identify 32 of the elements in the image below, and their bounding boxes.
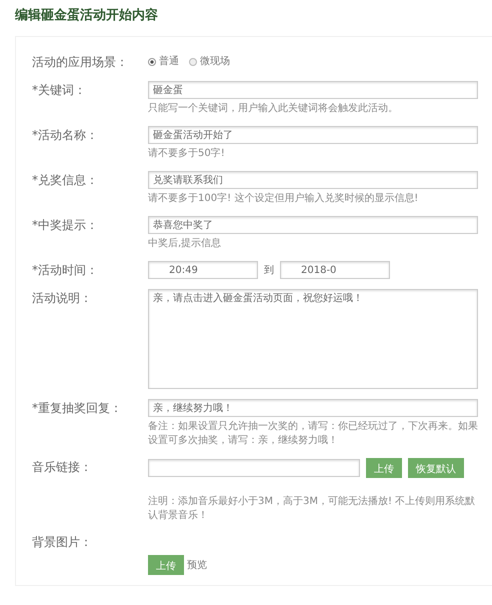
field-label: 背景图片： — [32, 534, 93, 551]
field-label: *活动时间： — [32, 262, 99, 279]
hint-text: 只能写一个关键词，用户输入此关键词将会触发此活动。 — [148, 102, 399, 116]
start-time-field[interactable]: 20:49 — [148, 261, 258, 279]
input-field[interactable]: 砸金蛋 — [148, 81, 478, 99]
note-text: 注明：添加音乐最好小于3M，高于3M，可能无法播放! 不上传则用系统默认背景音乐！ — [148, 495, 476, 523]
field-label: *活动名称： — [32, 127, 99, 144]
preview-link[interactable]: 预览 — [187, 558, 207, 572]
page-title: 编辑砸金蛋活动开始内容 — [15, 6, 158, 24]
field-label: 音乐链接： — [32, 459, 93, 476]
field-label: *关键词： — [32, 82, 87, 99]
radio-option[interactable]: 微现场 — [189, 53, 230, 71]
input-field[interactable]: 恭喜您中奖了 — [148, 216, 478, 234]
music-link-field[interactable] — [148, 459, 360, 477]
hint-text: 请不要多于100字! 这个设定但用户输入兑奖时候的显示信息! — [148, 192, 420, 206]
radio-icon[interactable] — [189, 58, 197, 66]
radio-option[interactable]: 普通 — [148, 53, 179, 71]
end-time-field[interactable]: 2018-0 — [280, 261, 390, 279]
input-field[interactable]: 兑奖请联系我们 — [148, 171, 478, 189]
field-label: *重复抽奖回复： — [32, 400, 123, 417]
input-field[interactable]: 砸金蛋活动开始了 — [148, 126, 478, 144]
field-label: 活动的应用场景： — [32, 54, 129, 71]
hint-text: 备注：如果设置只允许抽一次奖的，请写：你已经玩过了，下次再来。如果设置可多次抽奖，请写：亲，继续努力哦！ — [148, 420, 478, 448]
field-label: 活动说明： — [32, 290, 93, 307]
hint-text: 请不要多于50字! — [148, 147, 226, 161]
input-field[interactable]: 亲，继续努力哦！ — [148, 399, 478, 417]
separator-text: 到 — [264, 264, 274, 277]
radio-icon[interactable] — [148, 58, 156, 66]
description-textarea[interactable]: 亲，请点击进入砸金蛋活动页面，祝您好运哦！ — [148, 289, 478, 389]
field-label: *中奖提示： — [32, 217, 99, 234]
hint-text: 中奖后,提示信息 — [148, 237, 222, 251]
field-label: *兑奖信息： — [32, 172, 99, 189]
